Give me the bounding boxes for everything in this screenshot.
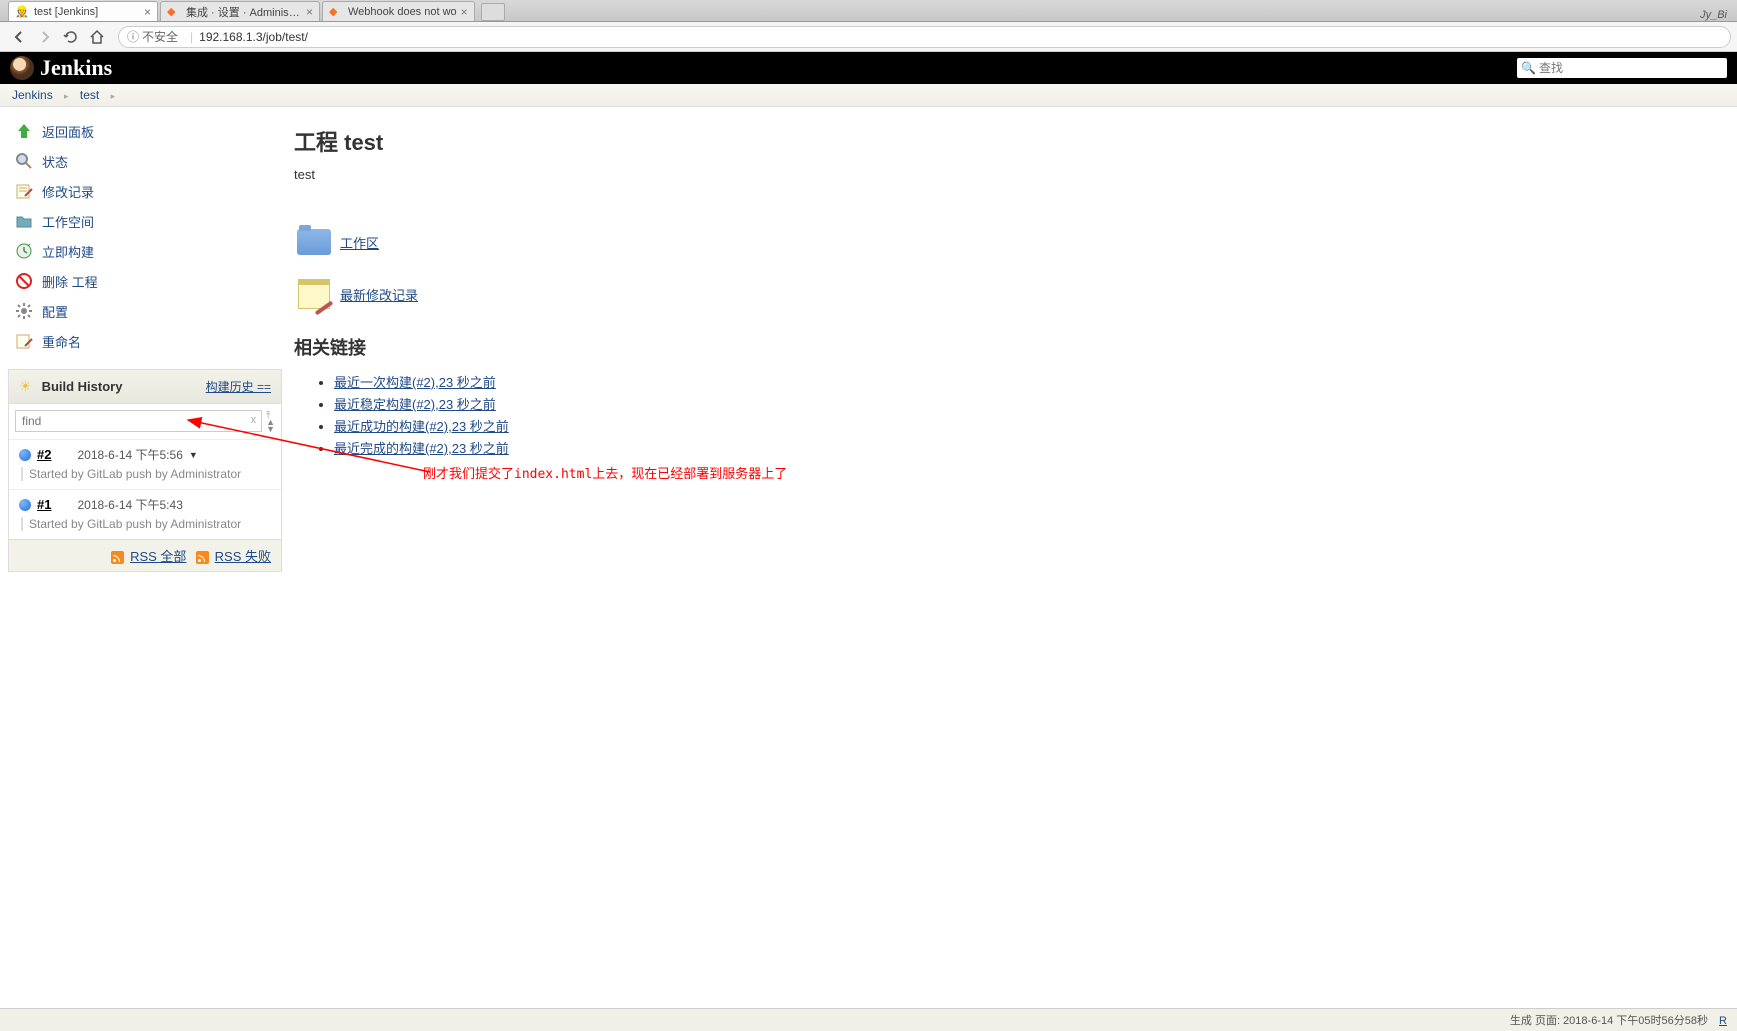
jenkins-favicon-icon: 👷 <box>15 5 29 19</box>
browser-toolbar: ⓘ 不安全 | 192.168.1.3/job/test/ <box>0 22 1737 52</box>
build-history-footer: RSS 全部 RSS 失败 <box>9 539 281 571</box>
task-label[interactable]: 重命名 <box>42 332 81 351</box>
rss-all-link[interactable]: RSS 全部 <box>130 549 186 564</box>
build-number-link[interactable]: #1 <box>37 497 51 512</box>
tab-title: Webhook does not wo <box>348 6 457 18</box>
task-label[interactable]: 立即构建 <box>42 242 94 261</box>
notepad-icon <box>14 181 34 201</box>
build-status-ball-icon <box>19 499 31 511</box>
gitlab-favicon-icon: ◆ <box>329 5 343 19</box>
back-icon[interactable] <box>10 28 28 46</box>
footer-rest-link[interactable]: R <box>1719 1015 1727 1027</box>
workspace-link-row[interactable]: 工作区 <box>294 222 1733 262</box>
rss-fail-link[interactable]: RSS 失败 <box>215 549 271 564</box>
changes-link-row[interactable]: 最新修改记录 <box>294 274 1733 314</box>
annotation-arrow-icon <box>180 372 440 482</box>
delete-icon <box>14 271 34 291</box>
breadcrumb-item[interactable]: Jenkins <box>12 88 53 102</box>
info-icon[interactable]: ⓘ <box>127 28 139 45</box>
related-links-list: 最近一次构建(#2),23 秒之前 最近稳定构建(#2),23 秒之前 最近成功… <box>294 372 1733 457</box>
breadcrumb: Jenkins ▸ test ▸ <box>0 84 1737 107</box>
browser-tab-strip: 👷 test [Jenkins] × ◆ 集成 · 设置 · Administr… <box>0 0 1737 22</box>
sun-icon: ☀ <box>19 378 32 395</box>
breadcrumb-item[interactable]: test <box>80 88 99 102</box>
related-links-heading: 相关链接 <box>294 334 1733 360</box>
new-tab-button[interactable] <box>481 3 505 21</box>
url-bar[interactable]: ⓘ 不安全 | 192.168.1.3/job/test/ <box>118 26 1731 48</box>
gear-icon <box>14 301 34 321</box>
magnifier-icon <box>14 151 34 171</box>
sidebar-item-back-to-dashboard[interactable]: 返回面板 <box>8 117 282 145</box>
build-cause: Started by GitLab push by Administrator <box>21 517 271 531</box>
task-label[interactable]: 修改记录 <box>42 182 94 201</box>
breadcrumb-sep-icon: ▸ <box>111 91 116 101</box>
folder-icon <box>294 222 334 262</box>
search-icon: 🔍 <box>1521 61 1536 75</box>
browser-tab-3[interactable]: ◆ Webhook does not wo × <box>322 1 475 21</box>
close-icon[interactable]: × <box>457 5 468 19</box>
rss-icon <box>196 551 209 564</box>
page-title: 工程 test <box>294 125 1733 157</box>
build-row[interactable]: #1 2018-6-14 下午5:43 Started by GitLab pu… <box>9 489 281 539</box>
build-status-ball-icon <box>19 449 31 461</box>
notepad-icon <box>294 274 334 314</box>
sidebar-item-delete-project[interactable]: 删除 工程 <box>8 267 282 295</box>
close-icon[interactable]: × <box>140 5 151 19</box>
clock-icon <box>14 241 34 261</box>
browser-user-badge: Jy_Bi <box>1690 9 1737 21</box>
sidebar-item-status[interactable]: 状态 <box>8 147 282 175</box>
main-panel: 工程 test test 工作区 最新修改记录 相关链接 最近一次构建(#2),… <box>290 107 1737 582</box>
up-arrow-icon <box>14 121 34 141</box>
list-item: 最近稳定构建(#2),23 秒之前 <box>334 394 1733 413</box>
sidebar: 返回面板 状态 修改记录 工作空间 立即构建 删除 工程 配置 重命名 <box>0 107 290 582</box>
sidebar-item-configure[interactable]: 配置 <box>8 297 282 325</box>
breadcrumb-sep-icon: ▸ <box>64 91 69 101</box>
list-item: 最近成功的构建(#2),23 秒之前 <box>334 416 1733 435</box>
footer-timestamp: 生成 页面: 2018-6-14 下午05时56分58秒 <box>1510 1015 1708 1027</box>
task-label[interactable]: 工作空间 <box>42 212 94 231</box>
logo-text: Jenkins <box>40 55 112 81</box>
tab-title: test [Jenkins] <box>34 6 140 18</box>
browser-tab-2[interactable]: ◆ 集成 · 设置 · Administrat × <box>160 1 320 21</box>
sidebar-item-changes[interactable]: 修改记录 <box>8 177 282 205</box>
build-date: 2018-6-14 下午5:56 <box>77 446 182 463</box>
rss-icon <box>111 551 124 564</box>
rename-icon <box>14 331 34 351</box>
sidebar-item-workspace[interactable]: 工作空间 <box>8 207 282 235</box>
page-footer: 生成 页面: 2018-6-14 下午05时56分58秒 R <box>0 1008 1737 1031</box>
url-divider: | <box>190 30 193 44</box>
forward-icon[interactable] <box>36 28 54 46</box>
gitlab-favicon-icon: ◆ <box>167 5 181 19</box>
browser-tab-1[interactable]: 👷 test [Jenkins] × <box>8 1 158 21</box>
task-label[interactable]: 配置 <box>42 302 68 321</box>
annotation-text: 刚才我们提交了index.html上去，现在已经部署到服务器上了 <box>423 463 787 482</box>
list-item: 最近一次构建(#2),23 秒之前 <box>334 372 1733 391</box>
sidebar-item-rename[interactable]: 重命名 <box>8 327 282 355</box>
workspace-link[interactable]: 工作区 <box>340 233 379 252</box>
jenkins-mascot-icon <box>10 56 34 80</box>
task-label[interactable]: 状态 <box>42 152 68 171</box>
close-icon[interactable]: × <box>302 5 313 19</box>
folder-icon <box>14 211 34 231</box>
project-description: test <box>294 167 1733 182</box>
home-icon[interactable] <box>88 28 106 46</box>
changes-link[interactable]: 最新修改记录 <box>340 285 418 304</box>
build-number-link[interactable]: #2 <box>37 447 51 462</box>
jenkins-logo[interactable]: Jenkins <box>10 55 112 81</box>
build-date: 2018-6-14 下午5:43 <box>77 496 182 513</box>
sidebar-item-build-now[interactable]: 立即构建 <box>8 237 282 265</box>
list-item: 最近完成的构建(#2),23 秒之前 <box>334 438 1733 457</box>
reload-icon[interactable] <box>62 28 80 46</box>
task-label[interactable]: 删除 工程 <box>42 272 98 291</box>
search-input[interactable] <box>1539 61 1723 75</box>
jenkins-header: Jenkins 🔍 <box>0 52 1737 84</box>
url-text: 192.168.1.3/job/test/ <box>199 30 308 44</box>
task-label[interactable]: 返回面板 <box>42 122 94 141</box>
search-box[interactable]: 🔍 <box>1517 58 1727 78</box>
tab-title: 集成 · 设置 · Administrat <box>186 4 302 20</box>
insecure-label: 不安全 <box>142 28 178 45</box>
